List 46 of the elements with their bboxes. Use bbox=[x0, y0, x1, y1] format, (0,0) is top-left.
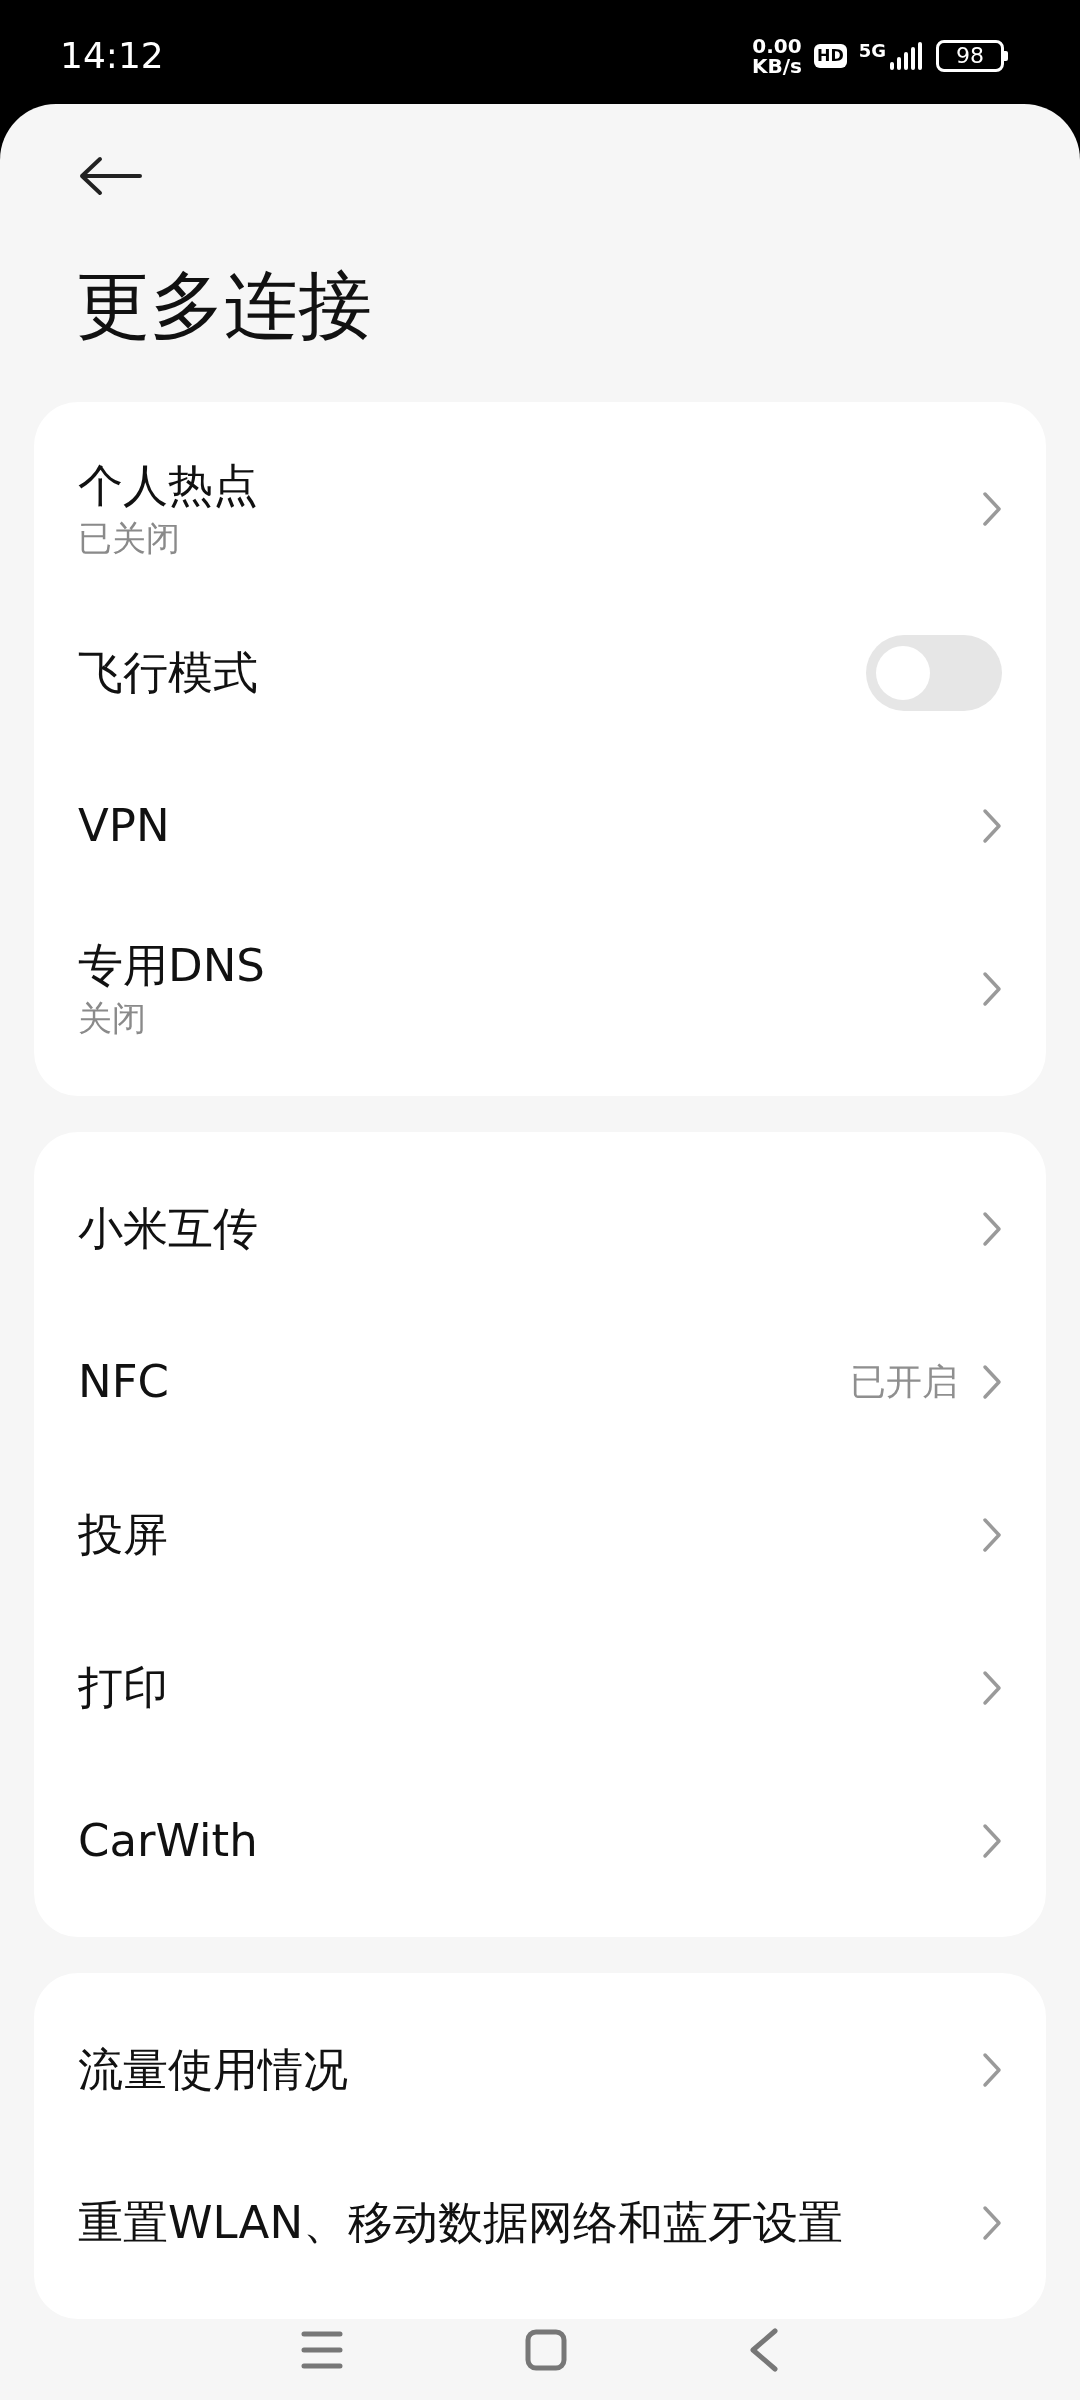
row-label: CarWith bbox=[78, 1812, 258, 1869]
row-label: 飞行模式 bbox=[78, 644, 258, 701]
settings-row[interactable]: 投屏 bbox=[34, 1458, 1046, 1611]
row-subtitle: 关闭 bbox=[78, 997, 147, 1040]
battery-indicator: 98 bbox=[936, 40, 1008, 72]
chevron-icon bbox=[982, 1516, 1002, 1553]
signal-icon bbox=[890, 42, 924, 70]
row-label: 小米互传 bbox=[78, 1200, 258, 1257]
chevron-icon bbox=[982, 491, 1002, 527]
chevron-icon bbox=[982, 1669, 1002, 1706]
row-label: 投屏 bbox=[78, 1506, 168, 1563]
settings-row[interactable]: 个人热点 已关闭 bbox=[34, 422, 1046, 596]
row-label: 专用DNS bbox=[78, 938, 265, 994]
chevron-icon bbox=[982, 1210, 1002, 1247]
page-title: 更多连接 bbox=[75, 261, 373, 350]
settings-row[interactable]: 重置WLAN、移动数据网络和蓝牙设置 bbox=[34, 2146, 1046, 2299]
row-subtitle: 已关闭 bbox=[78, 517, 181, 560]
chevron-icon bbox=[982, 807, 1002, 844]
chevron-icon bbox=[982, 2204, 1002, 2241]
back-arrow-icon[interactable] bbox=[78, 156, 142, 196]
back-icon[interactable] bbox=[749, 2327, 779, 2372]
status-time: 14:12 bbox=[60, 34, 164, 78]
hd-badge: HD bbox=[814, 44, 847, 68]
settings-row[interactable]: NFC 已开启 bbox=[34, 1305, 1046, 1458]
row-label: 打印 bbox=[78, 1659, 168, 1716]
chevron-icon bbox=[982, 1363, 1002, 1400]
home-icon[interactable] bbox=[525, 2328, 567, 2371]
menu-icon[interactable] bbox=[301, 2329, 343, 2370]
chevron-icon bbox=[982, 2051, 1002, 2088]
settings-row[interactable]: 小米互传 bbox=[34, 1152, 1046, 1305]
row-label: 个人热点 bbox=[78, 458, 258, 514]
row-label: 重置WLAN、移动数据网络和蓝牙设置 bbox=[78, 2194, 844, 2251]
row-value: 已开启 bbox=[850, 1359, 958, 1404]
settings-row[interactable]: 飞行模式 bbox=[34, 596, 1046, 749]
settings-row[interactable]: VPN bbox=[34, 749, 1046, 902]
row-label: VPN bbox=[78, 797, 170, 854]
row-label: 流量使用情况 bbox=[78, 2041, 348, 2098]
chevron-icon bbox=[982, 971, 1002, 1007]
settings-row[interactable]: 专用DNS 关闭 bbox=[34, 902, 1046, 1076]
network-type: 5G bbox=[858, 42, 886, 60]
network-speed: 0.00 KB/s bbox=[752, 36, 802, 76]
settings-row[interactable]: 流量使用情况 bbox=[34, 1993, 1046, 2146]
chevron-icon bbox=[982, 1822, 1002, 1859]
settings-row[interactable]: CarWith bbox=[34, 1764, 1046, 1917]
settings-row[interactable]: 打印 bbox=[34, 1611, 1046, 1764]
row-label: NFC bbox=[78, 1353, 169, 1410]
